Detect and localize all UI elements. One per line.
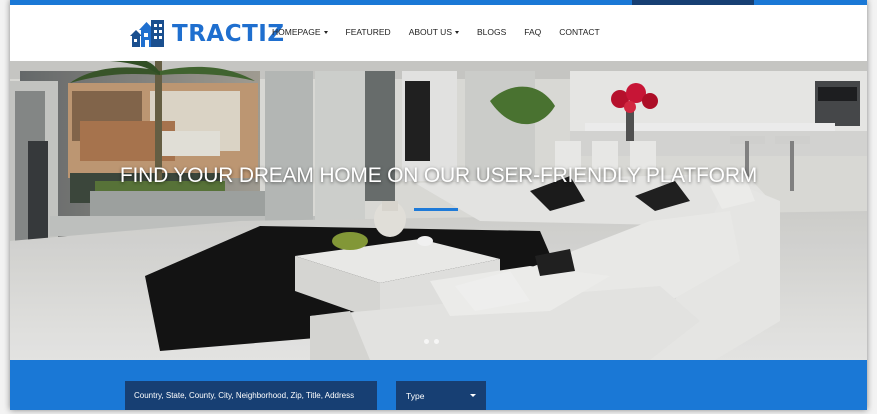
hero-title: FIND YOUR DREAM HOME ON OUR USER-FRIENDL… [119, 164, 758, 187]
type-select-label: Type [406, 390, 425, 401]
nav-item-homepage[interactable]: HOMEPAGE [272, 27, 328, 37]
site-header: TRACTIZ HOMEPAGE FEATURED ABOUT US BLOGS… [10, 5, 867, 61]
slider-pagination [424, 339, 444, 344]
search-input[interactable] [125, 381, 377, 410]
hero-slider: FIND YOUR DREAM HOME ON OUR USER-FRIENDL… [10, 61, 867, 360]
nav-item-label: ABOUT US [408, 27, 452, 37]
browser-frame: TRACTIZ HOMEPAGE FEATURED ABOUT US BLOGS… [10, 0, 867, 410]
nav-item-label: HOMEPAGE [272, 27, 321, 37]
nav-item-label: BLOGS [476, 27, 507, 37]
nav-item-label: CONTACT [559, 27, 600, 37]
house-building-icon [130, 20, 164, 47]
main-nav: HOMEPAGE FEATURED ABOUT US BLOGS FAQ CON… [272, 27, 618, 37]
nav-item-label: FAQ [524, 27, 542, 37]
title-underline [414, 208, 458, 211]
type-select[interactable]: Type [396, 381, 486, 410]
chevron-down-icon [470, 394, 476, 397]
brand-name: TRACTIZ [172, 21, 285, 47]
search-band: Type [10, 360, 867, 410]
chevron-down-icon [454, 30, 459, 34]
nav-item-featured[interactable]: FEATURED [346, 27, 391, 37]
slide-dot[interactable] [424, 339, 429, 344]
nav-item-about-us[interactable]: ABOUT US [409, 27, 459, 37]
chevron-down-icon [323, 30, 328, 34]
brand-logo[interactable]: TRACTIZ [130, 19, 285, 49]
slide-dot[interactable] [434, 339, 439, 344]
nav-item-blogs[interactable]: BLOGS [477, 27, 506, 37]
nav-item-label: FEATURED [345, 27, 391, 37]
nav-item-faq[interactable]: FAQ [524, 27, 541, 37]
nav-item-contact[interactable]: CONTACT [559, 27, 599, 37]
